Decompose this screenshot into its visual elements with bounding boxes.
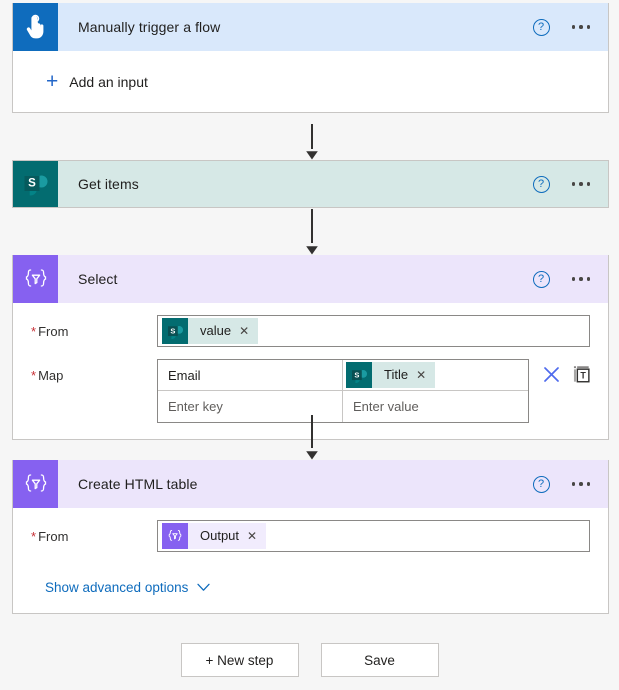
trigger-card-header[interactable]: Manually trigger a flow ? — [13, 3, 608, 51]
svg-text:S: S — [170, 326, 175, 335]
footer-button-bar: + New step Save — [0, 643, 619, 677]
sharepoint-icon: S — [13, 161, 58, 207]
connector-getitems-to-select — [305, 209, 319, 255]
select-map-area: Email S Title ✕ Enter key Enter value T — [157, 359, 590, 423]
touch-hand-icon — [13, 3, 58, 51]
select-from-label: * From — [31, 315, 157, 339]
html-table-from-label: * From — [31, 520, 157, 544]
select-map-row: * Map Email S Title ✕ Enter key Enter va… — [31, 359, 590, 423]
remove-token-icon[interactable]: ✕ — [416, 369, 426, 381]
field-label-text: Map — [38, 368, 64, 383]
trigger-header-actions: ? — [532, 18, 609, 36]
sharepoint-icon: S — [346, 362, 372, 388]
select-from-row: * From S value ✕ — [31, 315, 590, 347]
map-grid: Email S Title ✕ Enter key Enter value — [157, 359, 529, 423]
data-operation-icon — [13, 460, 58, 508]
create-html-table-header-actions: ? — [532, 475, 609, 493]
token-chip[interactable]: Output ✕ — [162, 523, 267, 549]
select-header-actions: ? — [532, 270, 609, 288]
select-card[interactable]: Select ? * From S value ✕ * Map Email S … — [12, 255, 609, 440]
create-html-table-card[interactable]: Create HTML table ? * From Output ✕ Show… — [12, 460, 609, 614]
connector-trigger-to-getitems — [305, 124, 319, 160]
trigger-body: + Add an input — [13, 51, 608, 112]
required-marker: * — [31, 529, 37, 544]
more-options-icon[interactable] — [571, 277, 590, 281]
remove-token-icon[interactable]: ✕ — [247, 530, 257, 542]
get-items-header-actions: ? — [532, 175, 609, 193]
save-button[interactable]: Save — [320, 643, 439, 677]
svg-text:S: S — [28, 178, 36, 190]
get-items-card[interactable]: S Get items ? — [12, 160, 609, 208]
new-step-button[interactable]: + New step — [180, 643, 299, 677]
select-title: Select — [78, 271, 118, 287]
required-marker: * — [31, 324, 37, 339]
token-text: Title — [384, 367, 409, 382]
help-icon[interactable]: ? — [532, 175, 550, 193]
help-icon[interactable]: ? — [532, 270, 550, 288]
create-html-table-card-header[interactable]: Create HTML table ? — [13, 460, 608, 508]
help-icon[interactable]: ? — [532, 18, 550, 36]
plus-icon: + — [46, 70, 59, 93]
connector-select-to-htmltable — [305, 415, 319, 460]
token-text: Output — [200, 528, 240, 543]
get-items-card-header[interactable]: S Get items ? — [13, 161, 608, 207]
chevron-down-icon — [197, 583, 211, 591]
trigger-card[interactable]: Manually trigger a flow ? + Add an input — [12, 3, 609, 113]
remove-token-icon[interactable]: ✕ — [239, 325, 249, 337]
sharepoint-icon: S — [162, 318, 188, 344]
data-operation-icon — [13, 255, 58, 303]
select-from-input[interactable]: S value ✕ — [157, 315, 590, 347]
html-table-from-row: * From Output ✕ — [31, 520, 590, 552]
data-operation-icon — [162, 523, 188, 549]
create-html-table-form-body: * From Output ✕ Show advanced options — [13, 508, 608, 613]
more-options-icon[interactable] — [571, 182, 590, 186]
map-value-input-1[interactable]: Enter value — [343, 391, 528, 422]
select-card-header[interactable]: Select ? — [13, 255, 608, 303]
create-html-table-title: Create HTML table — [78, 476, 198, 492]
map-row-tools: T — [529, 359, 590, 383]
token-chip[interactable]: S value ✕ — [162, 318, 259, 344]
token-text: value — [200, 323, 232, 338]
add-an-input-label: Add an input — [69, 73, 148, 90]
required-marker: * — [31, 368, 37, 383]
delete-map-row-icon[interactable] — [543, 366, 560, 383]
add-an-input-button[interactable]: + Add an input — [46, 71, 148, 92]
field-label-text: From — [38, 324, 69, 339]
map-value-input-0[interactable]: S Title ✕ — [343, 360, 528, 391]
svg-text:T: T — [580, 371, 586, 381]
more-options-icon[interactable] — [571, 482, 590, 486]
show-advanced-options-button[interactable]: Show advanced options — [31, 564, 590, 597]
get-items-title: Get items — [78, 176, 139, 192]
show-advanced-options-label: Show advanced options — [45, 580, 189, 595]
token-label: value ✕ — [188, 318, 259, 344]
select-map-label: * Map — [31, 359, 157, 383]
html-table-from-input[interactable]: Output ✕ — [157, 520, 590, 552]
field-label-text: From — [38, 529, 69, 544]
help-icon[interactable]: ? — [532, 475, 550, 493]
token-label: Title ✕ — [372, 362, 436, 388]
token-label: Output ✕ — [188, 523, 267, 549]
more-options-icon[interactable] — [571, 25, 590, 29]
trigger-title: Manually trigger a flow — [78, 19, 221, 35]
flow-designer-canvas: Manually trigger a flow ? + Add an input — [0, 0, 619, 690]
map-key-input-0[interactable]: Email — [158, 360, 343, 391]
token-chip[interactable]: S Title ✕ — [346, 362, 436, 388]
switch-text-mode-icon[interactable]: T — [573, 365, 590, 383]
svg-text:S: S — [354, 370, 359, 379]
